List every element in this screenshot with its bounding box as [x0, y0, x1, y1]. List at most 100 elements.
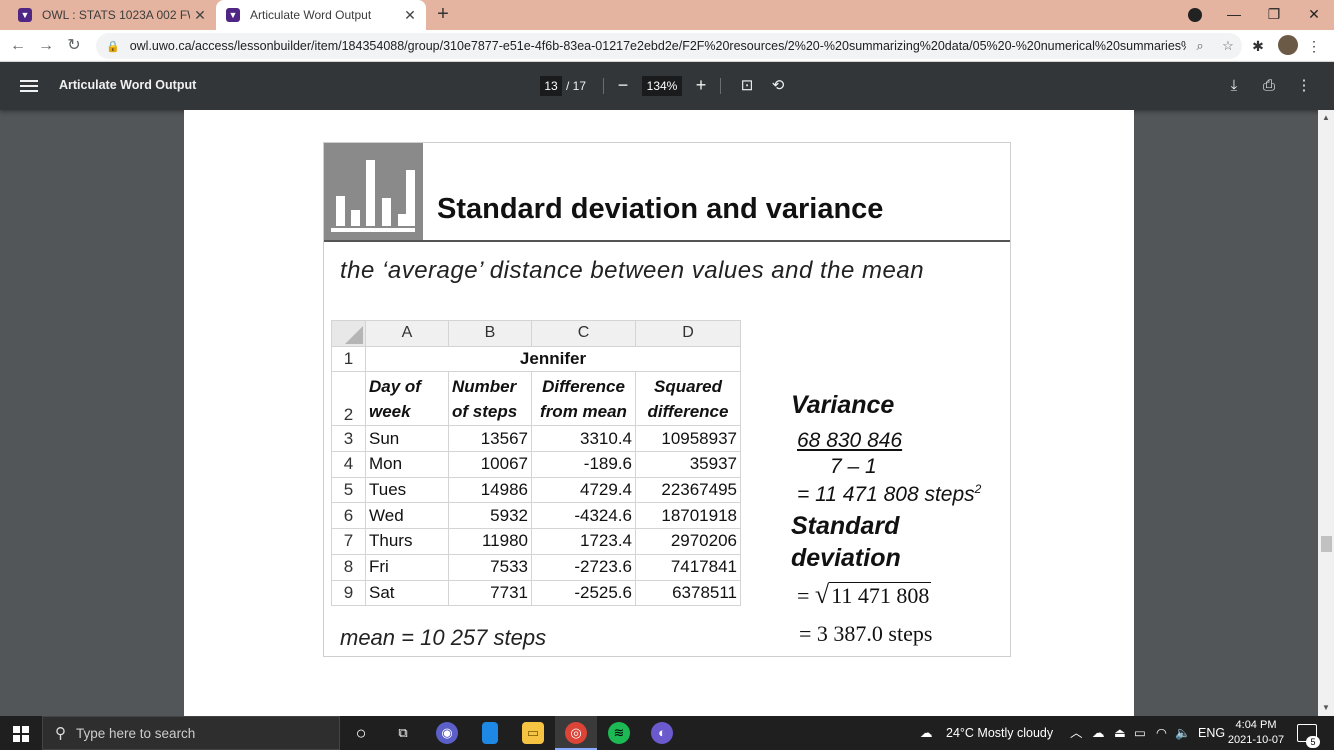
file-explorer-icon[interactable]: ▭ [522, 722, 544, 744]
day-cell: Fri [365, 553, 449, 581]
row-number: 9 [331, 579, 366, 607]
steps-cell: 11980 [448, 528, 532, 555]
row-number: 8 [331, 553, 366, 581]
slide-title: Standard deviation and variance [437, 193, 884, 225]
pdf-toolbar: Articulate Word Output 13 / 17 − 134% + … [0, 62, 1334, 110]
tab-close-icon[interactable]: ✕ [190, 7, 210, 24]
language-indicator[interactable]: ENG [1198, 716, 1225, 750]
mean-line: mean = 10 257 steps [340, 625, 547, 650]
day-cell: Tues [365, 476, 449, 504]
steps-cell: 10067 [448, 451, 532, 478]
page-number-input[interactable]: 13 [540, 76, 562, 96]
day-cell: Sun [365, 425, 449, 453]
squared-cell: 35937 [635, 451, 741, 478]
close-window-button[interactable]: ✕ [1294, 0, 1334, 30]
zoom-icon[interactable]: ⌕ [1186, 38, 1214, 54]
discord-icon[interactable]: ◐ [651, 722, 673, 744]
fit-page-icon[interactable]: ⊡ [735, 74, 759, 98]
menu-icon[interactable] [20, 77, 38, 95]
column-header: A [365, 320, 449, 347]
restore-button[interactable]: ❐ [1254, 0, 1294, 30]
squared-cell: 10958937 [635, 425, 741, 453]
download-icon[interactable]: ⤓ [1222, 74, 1246, 98]
tab-title: OWL : STATS 1023A 002 FW21 : L [42, 8, 190, 22]
bookmark-star-icon[interactable]: ☆ [1214, 38, 1242, 54]
scrollbar-thumb[interactable] [1321, 536, 1332, 552]
reload-icon[interactable]: ↻ [62, 34, 86, 58]
wifi-icon[interactable]: ◠ [1156, 716, 1167, 750]
zoom-in-icon[interactable]: + [690, 74, 712, 96]
day-cell: Mon [365, 451, 449, 478]
print-icon[interactable]: ⎙ [1257, 74, 1281, 98]
chrome-profile-icon[interactable] [1188, 8, 1202, 22]
day-cell: Thurs [365, 528, 449, 555]
table-row: 4 Mon 10067 -189.6 35937 [331, 451, 741, 478]
chrome-icon[interactable]: ◎ [565, 722, 587, 744]
chrome-menu-icon[interactable]: ⋮ [1302, 34, 1326, 58]
table-row: 3 Sun 13567 3310.4 10958937 [331, 425, 741, 453]
tab-owl[interactable]: ▼ OWL : STATS 1023A 002 FW21 : L ✕ [8, 0, 216, 30]
volume-icon[interactable]: 🔈 [1175, 716, 1191, 750]
tab-strip: ▼ OWL : STATS 1023A 002 FW21 : L ✕ ▼ Art… [0, 0, 1334, 30]
forward-icon[interactable]: → [34, 34, 58, 58]
taskbar-search-input[interactable]: ⚲ Type here to search [42, 716, 340, 750]
steps-cell: 7731 [448, 579, 532, 607]
tab-articulate[interactable]: ▼ Articulate Word Output ✕ [216, 0, 426, 30]
extensions-icon[interactable]: ✱ [1246, 34, 1270, 58]
tab-close-icon[interactable]: ✕ [400, 7, 420, 24]
weather-icon[interactable]: ☁ [920, 716, 933, 750]
variance-numerator: 68 830 846 [797, 429, 903, 452]
zoom-out-icon[interactable]: − [612, 74, 634, 96]
task-view-icon[interactable]: ⧉ [392, 722, 414, 744]
start-button[interactable] [0, 716, 42, 750]
battery-icon[interactable]: ▭ [1134, 716, 1146, 750]
table-row: 8 Fri 7533 -2723.6 7417841 [331, 553, 741, 581]
lock-icon[interactable]: 🔒 [106, 40, 120, 53]
notification-badge: 5 [1306, 736, 1320, 748]
table-row: 9 Sat 7731 -2525.6 6378511 [331, 579, 741, 607]
steps-cell: 5932 [448, 502, 532, 530]
row-number: 1 [331, 345, 366, 373]
rotate-icon[interactable]: ⟲ [766, 74, 790, 98]
weather-text[interactable]: 24°C Mostly cloudy [946, 716, 1053, 750]
header-cell: Number of steps [448, 371, 532, 427]
address-bar[interactable]: 🔒 owl.uwo.ca/access/lessonbuilder/item/1… [96, 33, 1242, 59]
column-header: C [531, 320, 636, 347]
browser-toolbar: ← → ↻ 🔒 owl.uwo.ca/access/lessonbuilder/… [0, 30, 1334, 62]
day-cell: Wed [365, 502, 449, 530]
day-cell: Sat [365, 579, 449, 607]
cortana-icon[interactable]: ○ [350, 722, 372, 744]
spotify-icon[interactable]: ≋ [608, 722, 630, 744]
squared-cell: 2970206 [635, 528, 741, 555]
steps-cell: 13567 [448, 425, 532, 453]
minimize-button[interactable]: — [1214, 0, 1254, 30]
scroll-down-icon[interactable]: ▼ [1318, 703, 1334, 715]
avatar[interactable] [1278, 35, 1298, 55]
scroll-up-icon[interactable]: ▲ [1318, 113, 1334, 125]
squared-cell: 18701918 [635, 502, 741, 530]
row-number: 7 [331, 528, 366, 555]
tab-title: Articulate Word Output [250, 8, 372, 22]
usb-icon[interactable]: ⏏ [1114, 716, 1126, 750]
more-options-icon[interactable]: ⋮ [1292, 74, 1316, 98]
select-all-corner [331, 320, 366, 347]
stddev-result: = 3 387.0 steps [799, 621, 933, 646]
zoom-level-input[interactable]: 134% [642, 76, 682, 96]
back-icon[interactable]: ← [6, 34, 30, 58]
divider [720, 78, 721, 94]
phone-app-icon[interactable] [482, 722, 498, 744]
onedrive-icon[interactable]: ☁ [1092, 716, 1105, 750]
teams-icon[interactable]: ◉ [436, 722, 458, 744]
column-header: B [448, 320, 532, 347]
slide: Standard deviation and variance the ‘ave… [323, 142, 1011, 657]
row-number: 6 [331, 502, 366, 530]
slide-subtitle: the ‘average’ distance between values an… [340, 257, 925, 284]
stddev-label-line1: Standard [791, 512, 900, 540]
title-divider [324, 240, 1010, 242]
tray-chevron-icon[interactable]: ︿ [1070, 716, 1083, 750]
windows-logo-icon [13, 726, 29, 742]
clock[interactable]: 4:04 PM 2021-10-07 [1224, 718, 1288, 748]
new-tab-button[interactable]: + [432, 4, 454, 26]
scrollbar[interactable] [1318, 110, 1334, 716]
url-text: owl.uwo.ca/access/lessonbuilder/item/184… [129, 39, 1186, 53]
